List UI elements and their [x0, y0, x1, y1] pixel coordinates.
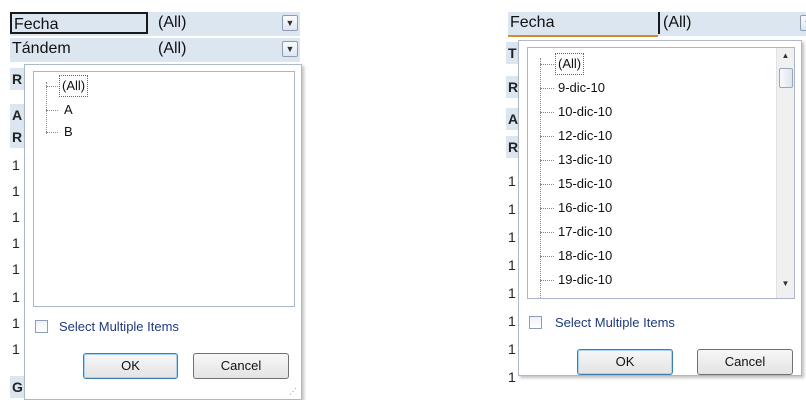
list-item[interactable]: B — [64, 122, 73, 142]
select-multiple-label[interactable]: Select Multiple Items — [555, 315, 675, 331]
filter-items-list: (All) A B — [33, 71, 295, 307]
list-item[interactable]: 15-dic-10 — [558, 174, 612, 194]
cancel-button[interactable]: Cancel — [193, 353, 289, 379]
filter-value-tandem: (All) — [158, 40, 187, 57]
tree-connector — [540, 160, 554, 161]
filter-label-tandem[interactable]: Tándem — [10, 38, 150, 60]
list-item[interactable]: 19-dic-10 — [558, 270, 612, 290]
filter-label-fecha[interactable]: Fecha — [10, 12, 148, 34]
list-item[interactable]: 12-dic-10 — [558, 126, 612, 146]
filter-row-tandem: Tándem (All) ▼ — [10, 38, 300, 62]
tree-connector — [540, 208, 554, 209]
right-filter-panel: Fecha (All) ▼ T R A R 1 1 1 1 1 1 1 1 (A… — [498, 0, 806, 400]
tree-connector — [540, 64, 554, 65]
list-item-all[interactable]: (All) — [58, 75, 89, 97]
select-multiple-checkbox[interactable] — [529, 316, 542, 329]
list-item[interactable]: 13-dic-10 — [558, 150, 612, 170]
list-item[interactable]: 17-dic-10 — [558, 222, 612, 242]
filter-value-fecha: (All) — [158, 14, 187, 31]
scroll-down-arrow-icon[interactable]: ▼ — [777, 276, 794, 292]
filter-items-list: (All) 9-dic-10 10-dic-10 12-dic-10 13-di… — [527, 47, 795, 299]
list-item[interactable]: 10-dic-10 — [558, 102, 612, 122]
tree-connector — [46, 86, 58, 87]
resize-grip-icon[interactable]: ⋰ — [289, 387, 298, 396]
ok-button[interactable]: OK — [577, 349, 673, 375]
filter-value-fecha: (All) — [658, 12, 691, 34]
tree-connector — [540, 232, 554, 233]
filter-popup: (All) A B Select Multiple Items OK Cance… — [24, 64, 302, 400]
active-cell-underline — [508, 35, 658, 37]
filter-popup: (All) 9-dic-10 10-dic-10 12-dic-10 13-di… — [518, 40, 802, 376]
tree-connector — [540, 58, 541, 298]
tree-connector — [540, 88, 554, 89]
tree-connector — [540, 112, 554, 113]
filter-row-fecha: Fecha (All) ▼ — [10, 12, 300, 36]
list-item[interactable]: 18-dic-10 — [558, 246, 612, 266]
tree-connector — [46, 110, 58, 111]
tree-connector — [46, 132, 58, 133]
dropdown-arrow-icon[interactable]: ▼ — [282, 15, 298, 31]
list-item[interactable]: A — [64, 100, 73, 120]
select-multiple-label[interactable]: Select Multiple Items — [59, 319, 179, 335]
dropdown-arrow-icon[interactable]: ▼ — [800, 15, 806, 31]
list-scrollbar[interactable]: ▲ ▼ — [776, 48, 794, 298]
tree-connector — [540, 184, 554, 185]
filter-row-fecha: Fecha (All) ▼ — [508, 12, 806, 36]
filter-label-fecha[interactable]: Fecha — [508, 12, 658, 34]
cancel-button[interactable]: Cancel — [697, 349, 793, 375]
list-item[interactable]: 9-dic-10 — [558, 78, 605, 98]
ok-button[interactable]: OK — [83, 353, 178, 379]
list-item[interactable]: 16-dic-10 — [558, 198, 612, 218]
dropdown-arrow-icon[interactable]: ▼ — [282, 41, 298, 57]
left-filter-panel: Fecha (All) ▼ Tándem (All) ▼ R A R 1 1 1… — [0, 0, 310, 400]
tree-connector — [540, 280, 554, 281]
scrollbar-thumb[interactable] — [779, 68, 793, 88]
tree-connector — [540, 256, 554, 257]
select-multiple-checkbox[interactable] — [35, 320, 48, 333]
list-item-all[interactable]: (All) — [554, 53, 585, 75]
scroll-up-arrow-icon[interactable]: ▲ — [777, 48, 794, 64]
tree-connector — [540, 136, 554, 137]
tree-connector — [46, 82, 47, 134]
